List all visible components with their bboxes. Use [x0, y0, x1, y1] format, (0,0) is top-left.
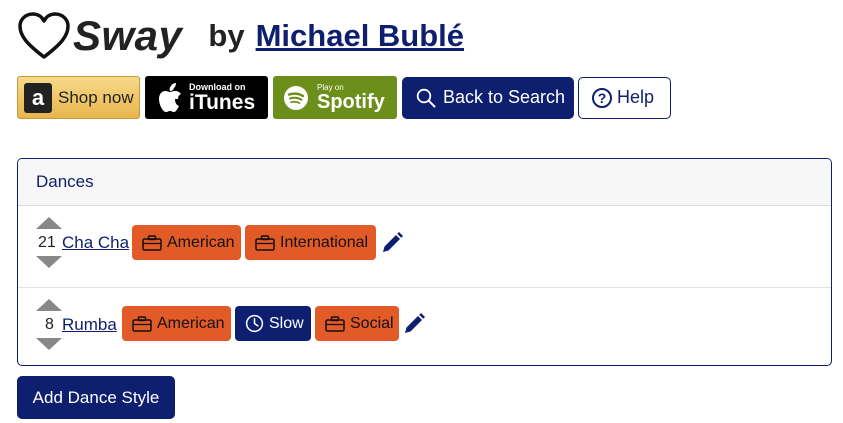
- title-row: Sway by Michael Bublé: [17, 8, 464, 64]
- style-tag-label: International: [280, 233, 369, 251]
- help-label: Help: [617, 87, 655, 107]
- dances-panel-title: Dances: [36, 172, 94, 191]
- dance-link[interactable]: Cha Cha: [62, 233, 129, 253]
- back-to-search-label: Back to Search: [443, 87, 566, 107]
- heart-icon[interactable]: [17, 11, 71, 61]
- briefcase-icon: [132, 315, 152, 332]
- style-tag[interactable]: American: [132, 225, 241, 260]
- vote-count: 8: [45, 316, 54, 333]
- style-tag[interactable]: Slow: [235, 306, 311, 341]
- pencil-edit-icon[interactable]: [402, 312, 426, 336]
- vote-control: [36, 217, 66, 229]
- question-circle-icon: ?: [592, 87, 612, 108]
- style-tag-label: American: [157, 314, 225, 332]
- spotify-logo-icon: [284, 85, 308, 110]
- style-tag[interactable]: Social: [315, 306, 399, 341]
- vote-count: 21: [38, 234, 56, 251]
- briefcase-icon: [255, 234, 275, 251]
- style-tag[interactable]: International: [245, 225, 376, 260]
- vote-control: [36, 299, 66, 311]
- dances-panel-header: Dances: [18, 159, 831, 206]
- dance-row: 8 Rumba American Slow Social: [18, 288, 831, 365]
- itunes-download-button[interactable]: Download on iTunes: [145, 76, 268, 119]
- dances-panel: Dances 21 Cha Cha American International…: [17, 158, 832, 366]
- song-title: Sway: [73, 12, 183, 59]
- itunes-big-label: iTunes: [189, 90, 256, 114]
- add-dance-style-button[interactable]: Add Dance Style: [17, 376, 175, 419]
- help-button[interactable]: ? Help: [578, 76, 671, 119]
- style-tag-label: Social: [350, 314, 394, 332]
- upvote-arrow-icon[interactable]: [36, 299, 62, 311]
- dance-row: 21 Cha Cha American International: [18, 206, 831, 288]
- dance-link[interactable]: Rumba: [62, 315, 117, 335]
- style-tag-label: Slow: [269, 314, 304, 332]
- spotify-big-label: Spotify: [317, 90, 385, 113]
- back-to-search-button[interactable]: Back to Search: [402, 76, 574, 119]
- briefcase-icon: [325, 315, 345, 332]
- by-label: by: [208, 18, 245, 53]
- amazon-button-label: Shop now: [58, 87, 134, 107]
- downvote-arrow-icon[interactable]: [36, 256, 62, 268]
- add-dance-style-label: Add Dance Style: [32, 387, 160, 407]
- spotify-play-button[interactable]: Play on Spotify: [273, 76, 397, 119]
- artist-link[interactable]: Michael Bublé: [256, 18, 464, 54]
- vote-control-down: [36, 256, 66, 268]
- store-button-row: a Shop now Download on iTunes Play on Sp…: [17, 76, 671, 119]
- style-tag-label: American: [167, 233, 235, 251]
- amazon-logo-icon: a: [24, 82, 52, 113]
- search-icon: [416, 88, 436, 107]
- amazon-shop-button[interactable]: a Shop now: [17, 76, 140, 119]
- style-tag[interactable]: American: [122, 306, 231, 341]
- clock-icon: [245, 314, 264, 333]
- downvote-arrow-icon[interactable]: [36, 338, 62, 350]
- apple-logo-icon: [159, 82, 181, 112]
- vote-control-down: [36, 338, 66, 350]
- upvote-arrow-icon[interactable]: [36, 217, 62, 229]
- briefcase-icon: [142, 234, 162, 251]
- pencil-edit-icon[interactable]: [380, 231, 404, 255]
